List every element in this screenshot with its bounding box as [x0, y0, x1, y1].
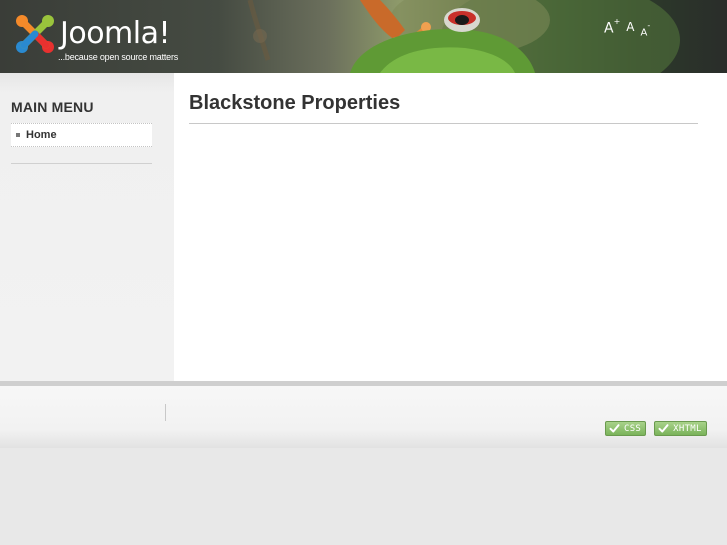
main-content: Blackstone Properties	[189, 73, 698, 381]
font-increase-sign: +	[613, 17, 621, 26]
badge-label: CSS	[624, 423, 642, 434]
font-increase-letter: A	[604, 20, 614, 37]
logo-word: Joomla!	[60, 16, 171, 51]
font-increase-button[interactable]: A+	[604, 17, 621, 37]
main-menu-title: MAIN MENU	[11, 99, 94, 115]
main-menu-list: Home	[11, 123, 152, 147]
page-title: Blackstone Properties	[189, 92, 401, 114]
font-reset-button[interactable]: A	[626, 18, 634, 34]
font-decrease-sign: -	[647, 21, 651, 30]
footer-separator	[165, 404, 166, 421]
bullet-icon	[16, 133, 20, 137]
title-divider	[189, 123, 698, 124]
page: Joomla! ...because open source matters A…	[0, 0, 727, 545]
sidebar-item-label: Home	[26, 129, 57, 141]
validation-badges: CSS XHTML	[605, 421, 707, 436]
footer: CSS XHTML	[0, 386, 727, 448]
content-area: MAIN MENU Home Blackstone Properties	[0, 73, 727, 381]
joomla-logo-icon	[16, 15, 54, 53]
logo-tagline: ...because open source matters	[58, 52, 179, 62]
header: Joomla! ...because open source matters A…	[0, 0, 727, 73]
check-icon	[658, 424, 669, 433]
sidebar: MAIN MENU Home	[0, 73, 174, 381]
valid-css-badge[interactable]: CSS	[605, 421, 647, 436]
font-decrease-button[interactable]: A-	[641, 18, 651, 40]
sidebar-item-home[interactable]: Home	[11, 124, 152, 146]
badge-label: XHTML	[673, 423, 702, 434]
joomla-logo[interactable]: Joomla! ...because open source matters	[14, 13, 214, 65]
page-bottom	[0, 448, 727, 545]
sidebar-divider	[11, 163, 152, 164]
check-icon	[609, 424, 620, 433]
font-size-tools: A+ A A-	[604, 17, 650, 38]
valid-xhtml-badge[interactable]: XHTML	[654, 421, 707, 436]
